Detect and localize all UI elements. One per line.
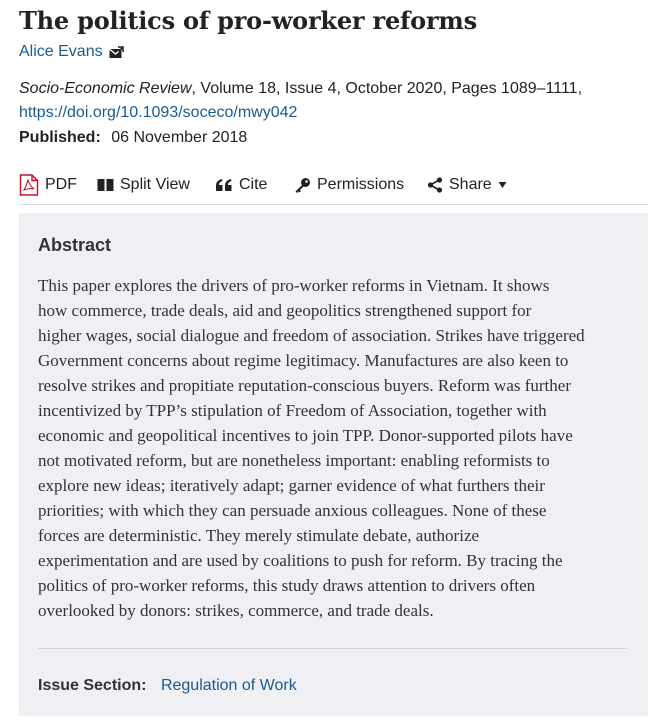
- author-row: Alice Evans: [19, 41, 124, 63]
- abstract-line: overlooked by donors: strikes, commerce,…: [38, 601, 434, 620]
- journal-name: Socio-Economic Review: [19, 80, 192, 97]
- abstract-line: priorities; with which they can persuade…: [38, 501, 547, 520]
- key-icon: [294, 177, 311, 194]
- citation-details: , Volume 18, Issue 4, October 2020, Page…: [191, 80, 583, 97]
- published-date: 06 November 2018: [111, 129, 248, 146]
- issue-section-link[interactable]: Regulation of Work: [161, 677, 297, 694]
- pdf-button[interactable]: PDF: [19, 174, 77, 196]
- article-toolbar: PDF Split View Cite Permissions Share: [19, 170, 648, 205]
- share-icon: [427, 177, 443, 193]
- split-view-button[interactable]: Split View: [97, 174, 190, 196]
- abstract-line: experimentation and are used by coalitio…: [38, 551, 563, 570]
- permissions-label: Permissions: [317, 176, 405, 193]
- abstract-line: not motivated reform, but are nonetheles…: [38, 451, 550, 470]
- abstract-line: resolve strikes and propitiate reputatio…: [38, 376, 571, 395]
- envelope-icon[interactable]: [108, 45, 124, 59]
- abstract-line: incentivized by TPP’s stipulation of Fre…: [38, 401, 547, 420]
- abstract-line: how commerce, trade deals, aid and geopo…: [38, 301, 532, 320]
- permissions-button[interactable]: Permissions: [294, 174, 404, 196]
- pdf-label: PDF: [45, 176, 77, 193]
- abstract-line: Government concerns about regime legitim…: [38, 351, 569, 370]
- issue-section-label: Issue Section:: [38, 677, 147, 694]
- share-button[interactable]: Share: [427, 174, 507, 196]
- abstract-line: economic and geopolitical incentives to …: [38, 426, 573, 445]
- split-view-icon: [97, 178, 114, 192]
- abstract-line: forces are deterministic. They merely st…: [38, 526, 480, 545]
- abstract-text: This paper explores the drivers of pro-w…: [38, 273, 634, 623]
- pdf-file-icon: [19, 174, 39, 196]
- abstract-heading: Abstract: [38, 235, 112, 255]
- abstract-line: explore new ideas; iteratively adapt; ga…: [38, 476, 545, 495]
- issue-section-row: Issue Section: Regulation of Work: [38, 675, 297, 697]
- abstract-line: politics of pro-worker reforms, this stu…: [38, 576, 536, 595]
- split-view-label: Split View: [120, 176, 190, 193]
- caret-down-icon: [498, 181, 507, 189]
- section-divider: [38, 648, 628, 649]
- abstract-section: Abstract This paper explores the drivers…: [19, 213, 648, 716]
- published-label: Published:: [19, 129, 101, 146]
- abstract-line: higher wages, social dialogue and freedo…: [38, 326, 585, 345]
- article-title: The politics of pro-worker reforms: [19, 6, 477, 35]
- cite-button[interactable]: Cite: [215, 174, 267, 196]
- quote-icon: [215, 178, 233, 192]
- doi-link[interactable]: https://doi.org/10.1093/soceco/mwy042: [19, 104, 297, 121]
- citation-block: Socio-Economic Review, Volume 18, Issue …: [19, 77, 649, 125]
- published-row: Published: 06 November 2018: [19, 127, 247, 149]
- share-label: Share: [449, 176, 492, 193]
- author-link[interactable]: Alice Evans: [19, 41, 103, 63]
- abstract-line: This paper explores the drivers of pro-w…: [38, 276, 550, 295]
- cite-label: Cite: [239, 176, 268, 193]
